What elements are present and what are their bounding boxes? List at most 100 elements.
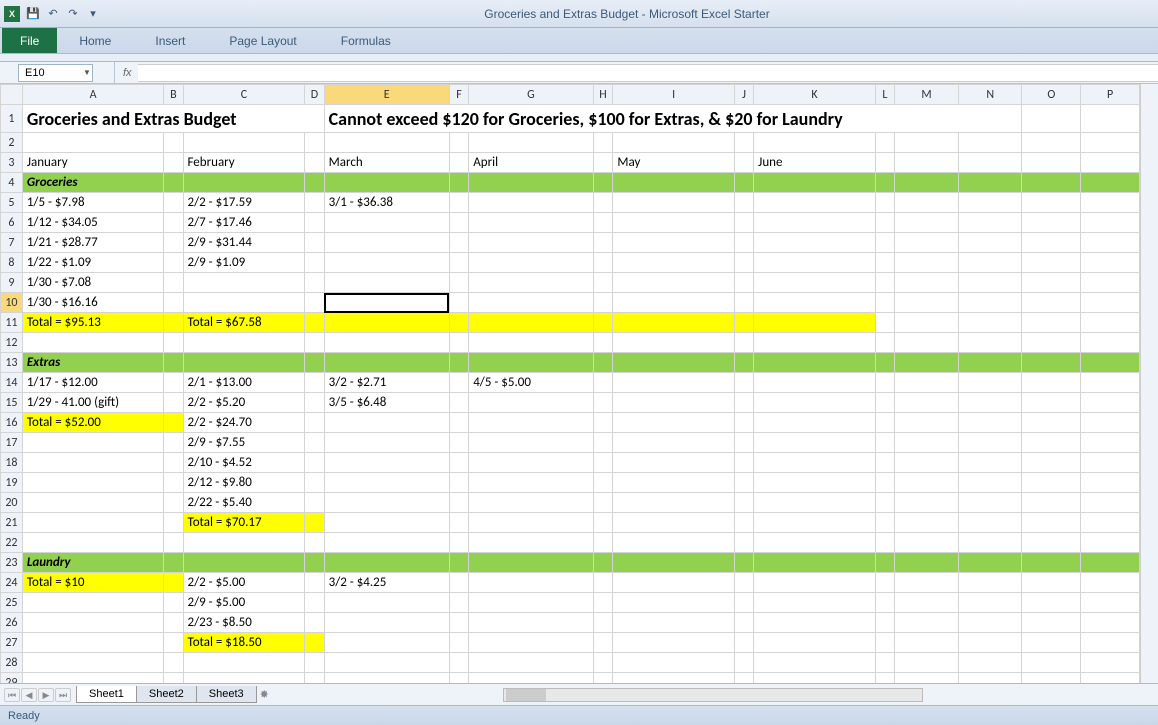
cell-F14[interactable] xyxy=(449,373,469,393)
cell-F27[interactable] xyxy=(449,633,469,653)
cell-E3[interactable]: March xyxy=(324,153,449,173)
cell-L27[interactable] xyxy=(875,633,894,653)
row-header-7[interactable]: 7 xyxy=(1,233,23,253)
cell-G21[interactable] xyxy=(469,513,593,533)
cell-E13[interactable] xyxy=(324,353,449,373)
col-header-C[interactable]: C xyxy=(183,85,305,105)
cell-N21[interactable] xyxy=(958,513,1022,533)
col-header-H[interactable]: H xyxy=(593,85,613,105)
cell-H18[interactable] xyxy=(593,453,613,473)
cell-L8[interactable] xyxy=(875,253,894,273)
cell-A27[interactable] xyxy=(22,633,163,653)
cell-N17[interactable] xyxy=(958,433,1022,453)
cell-N13[interactable] xyxy=(958,353,1022,373)
cell-M8[interactable] xyxy=(895,253,959,273)
cell-K6[interactable] xyxy=(754,213,876,233)
cell-O16[interactable] xyxy=(1022,413,1081,433)
cell-M20[interactable] xyxy=(895,493,959,513)
cell-C23[interactable] xyxy=(183,553,305,573)
cell-F23[interactable] xyxy=(449,553,469,573)
cell-K22[interactable] xyxy=(754,533,876,553)
cell-G20[interactable] xyxy=(469,493,593,513)
cell-J4[interactable] xyxy=(734,173,753,193)
cell-F8[interactable] xyxy=(449,253,469,273)
row-header-1[interactable]: 1 xyxy=(1,105,23,133)
cell-D28[interactable] xyxy=(305,653,324,673)
cell-H15[interactable] xyxy=(593,393,613,413)
cell-N4[interactable] xyxy=(958,173,1022,193)
dropdown-icon[interactable]: ▼ xyxy=(82,68,92,77)
row-header-21[interactable]: 21 xyxy=(1,513,23,533)
cell-O14[interactable] xyxy=(1022,373,1081,393)
cell-G4[interactable] xyxy=(469,173,593,193)
cell-M10[interactable] xyxy=(895,293,959,313)
col-header-L[interactable]: L xyxy=(875,85,894,105)
cell-P20[interactable] xyxy=(1081,493,1140,513)
cell-C6[interactable]: 2/7 - $17.46 xyxy=(183,213,305,233)
cell-A6[interactable]: 1/12 - $34.05 xyxy=(22,213,163,233)
cell-P29[interactable] xyxy=(1081,673,1140,684)
cell-I17[interactable] xyxy=(613,433,734,453)
cell-M15[interactable] xyxy=(895,393,959,413)
cell-D7[interactable] xyxy=(305,233,324,253)
col-header-P[interactable]: P xyxy=(1081,85,1140,105)
cell-D20[interactable] xyxy=(305,493,324,513)
cell-K26[interactable] xyxy=(754,613,876,633)
cell-B19[interactable] xyxy=(164,473,183,493)
cell-N9[interactable] xyxy=(958,273,1022,293)
cell-E11[interactable] xyxy=(324,313,449,333)
row-header-4[interactable]: 4 xyxy=(1,173,23,193)
cell-L5[interactable] xyxy=(875,193,894,213)
cell-P16[interactable] xyxy=(1081,413,1140,433)
cell-F29[interactable] xyxy=(449,673,469,684)
cell-N14[interactable] xyxy=(958,373,1022,393)
cell-I27[interactable] xyxy=(613,633,734,653)
last-sheet-icon[interactable]: ⏭ xyxy=(55,688,71,702)
cell-I11[interactable] xyxy=(613,313,734,333)
cell-P15[interactable] xyxy=(1081,393,1140,413)
cell-B10[interactable] xyxy=(164,293,183,313)
cell-E14[interactable]: 3/2 - $2.71 xyxy=(324,373,449,393)
cell-P18[interactable] xyxy=(1081,453,1140,473)
cell-B25[interactable] xyxy=(164,593,183,613)
cell-I10[interactable] xyxy=(613,293,734,313)
cell-D13[interactable] xyxy=(305,353,324,373)
cell-A9[interactable]: 1/30 - $7.08 xyxy=(22,273,163,293)
cell-F9[interactable] xyxy=(449,273,469,293)
cell-G15[interactable] xyxy=(469,393,593,413)
cell-L13[interactable] xyxy=(875,353,894,373)
cell-A20[interactable] xyxy=(22,493,163,513)
row-header-19[interactable]: 19 xyxy=(1,473,23,493)
row-header-22[interactable]: 22 xyxy=(1,533,23,553)
cell-D21[interactable] xyxy=(305,513,324,533)
cell-O21[interactable] xyxy=(1022,513,1081,533)
cell-F26[interactable] xyxy=(449,613,469,633)
cell-L23[interactable] xyxy=(875,553,894,573)
cell-G18[interactable] xyxy=(469,453,593,473)
cell-H25[interactable] xyxy=(593,593,613,613)
row-header-20[interactable]: 20 xyxy=(1,493,23,513)
formula-input[interactable] xyxy=(138,64,1158,82)
cell-F21[interactable] xyxy=(449,513,469,533)
cell-B6[interactable] xyxy=(164,213,183,233)
cell-M14[interactable] xyxy=(895,373,959,393)
cell-K23[interactable] xyxy=(754,553,876,573)
cell-K27[interactable] xyxy=(754,633,876,653)
cell-E17[interactable] xyxy=(324,433,449,453)
cell-F2[interactable] xyxy=(449,133,469,153)
cell-C15[interactable]: 2/2 - $5.20 xyxy=(183,393,305,413)
cell-O2[interactable] xyxy=(1022,133,1081,153)
row-header-5[interactable]: 5 xyxy=(1,193,23,213)
cell-L15[interactable] xyxy=(875,393,894,413)
cell-E2[interactable] xyxy=(324,133,449,153)
cell-L10[interactable] xyxy=(875,293,894,313)
cell-A11[interactable]: Total = $95.13 xyxy=(22,313,163,333)
cell-L2[interactable] xyxy=(875,133,894,153)
cell-A16[interactable]: Total = $52.00 xyxy=(22,413,163,433)
cell-I9[interactable] xyxy=(613,273,734,293)
col-header-J[interactable]: J xyxy=(734,85,753,105)
cell-G13[interactable] xyxy=(469,353,593,373)
cell-O26[interactable] xyxy=(1022,613,1081,633)
cell-L18[interactable] xyxy=(875,453,894,473)
cell-G26[interactable] xyxy=(469,613,593,633)
